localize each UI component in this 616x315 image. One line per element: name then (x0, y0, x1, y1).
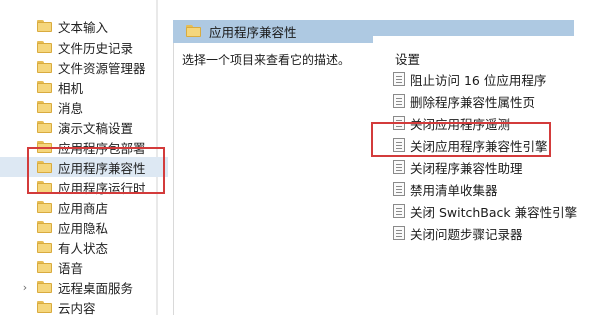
tree-item-label: 远程桌面服务 (58, 280, 134, 296)
setting-label: 关闭问题步骤记录器 (410, 226, 523, 242)
folder-icon (37, 181, 52, 193)
setting-label: 关闭 SwitchBack 兼容性引擎 (410, 204, 578, 220)
tree-item-camera[interactable]: 相机 (0, 77, 168, 97)
expand-chevron-icon[interactable]: › (20, 281, 30, 294)
tree-item-label: 相机 (58, 80, 84, 96)
tree-item-app-privacy[interactable]: 应用隐私 (0, 217, 168, 237)
description-hint: 选择一个项目来查看它的描述。 (182, 53, 351, 67)
tree-item-messaging[interactable]: 消息 (0, 97, 168, 117)
tree-item-label: 文件资源管理器 (58, 60, 146, 76)
details-pane: 应用程序兼容性 选择一个项目来查看它的描述。 设置 阻止访问 16 位应用程序 … (173, 0, 616, 315)
folder-icon (37, 261, 52, 273)
tree-item-file-explorer[interactable]: 文件资源管理器 (0, 57, 168, 77)
tree-item-label: 语音 (58, 260, 84, 276)
tree-item-app-runtime[interactable]: 应用程序运行时 (0, 177, 168, 197)
setting-label: 关闭程序兼容性助理 (410, 160, 523, 176)
tree-item-cloud-content[interactable]: 云内容 (0, 297, 168, 315)
tree-item-label: 应用程序兼容性 (58, 160, 146, 176)
folder-icon (37, 221, 52, 233)
folder-icon (37, 281, 52, 293)
folder-icon (37, 301, 52, 313)
settings-list: 设置 阻止访问 16 位应用程序 删除程序兼容性属性页 关闭应用程序遥测 关闭应… (373, 36, 616, 315)
folder-icon (37, 121, 52, 133)
policy-setting-icon (393, 204, 405, 218)
policy-setting-icon (393, 226, 405, 240)
folder-icon (37, 241, 52, 253)
folder-icon (37, 161, 52, 173)
folder-icon (186, 25, 201, 37)
folder-icon (37, 41, 52, 53)
tree-item-label: 应用商店 (58, 200, 109, 216)
policy-setting-icon (393, 160, 405, 174)
folder-icon (37, 20, 52, 32)
policy-setting-icon (393, 116, 405, 130)
setting-label: 删除程序兼容性属性页 (410, 94, 536, 110)
policy-setting-icon (393, 72, 405, 86)
tree-item-label: 文件历史记录 (58, 40, 134, 56)
tree-item-speech[interactable]: 语音 (0, 257, 168, 277)
tree-item-label: 应用程序包部署 (58, 140, 146, 156)
navigation-tree: 文本输入 文件历史记录 文件资源管理器 相机 消息 演示文稿设置 应用程序包部署… (0, 0, 168, 315)
details-header-title: 应用程序兼容性 (209, 25, 297, 40)
setting-label: 禁用清单收集器 (410, 182, 498, 198)
tree-item-store[interactable]: 应用商店 (0, 197, 168, 217)
tree-item-file-history[interactable]: 文件历史记录 (0, 37, 168, 57)
tree-item-label: 应用隐私 (58, 220, 109, 236)
folder-icon (37, 101, 52, 113)
setting-label: 阻止访问 16 位应用程序 (410, 72, 547, 88)
description-column: 选择一个项目来查看它的描述。 (173, 43, 373, 315)
tree-item-text-input[interactable]: 文本输入 (0, 16, 168, 36)
tree-item-label: 有人状态 (58, 240, 109, 256)
tree-item-app-compatibility[interactable]: 应用程序兼容性 (0, 157, 168, 177)
tree-item-presence[interactable]: 有人状态 (0, 237, 168, 257)
setting-label: 关闭应用程序兼容性引擎 (410, 138, 548, 154)
tree-item-label: 消息 (58, 100, 84, 116)
tree-item-app-package-deployment[interactable]: 应用程序包部署 (0, 137, 168, 157)
policy-setting-icon (393, 182, 405, 196)
tree-item-label: 应用程序运行时 (58, 180, 146, 196)
folder-icon (37, 81, 52, 93)
folder-icon (37, 141, 52, 153)
folder-icon (37, 61, 52, 73)
tree-item-label: 演示文稿设置 (58, 120, 134, 136)
policy-setting-icon (393, 138, 405, 152)
policy-setting-icon (393, 94, 405, 108)
tree-item-remote-desktop-services[interactable]: › 远程桌面服务 (0, 277, 168, 297)
tree-item-presentation-settings[interactable]: 演示文稿设置 (0, 117, 168, 137)
tree-item-label: 云内容 (58, 300, 96, 315)
folder-icon (37, 201, 52, 213)
setting-label: 关闭应用程序遥测 (410, 116, 511, 132)
settings-column-header[interactable]: 设置 (395, 49, 420, 68)
tree-item-label: 文本输入 (58, 19, 109, 35)
